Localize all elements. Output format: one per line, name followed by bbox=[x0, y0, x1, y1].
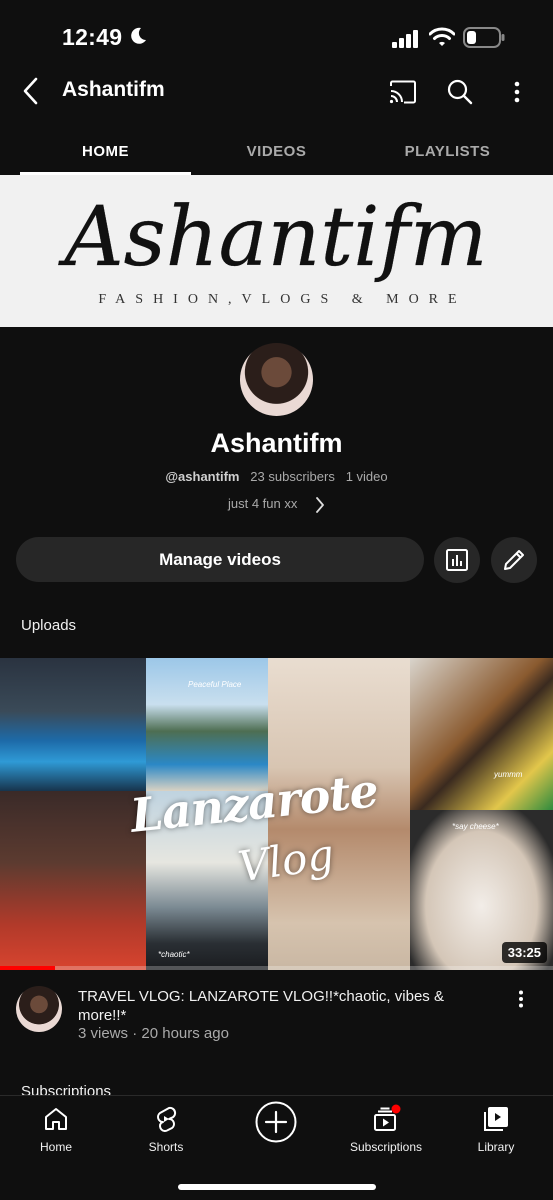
uploads-section-title: Uploads bbox=[21, 617, 77, 634]
channel-avatar[interactable] bbox=[240, 343, 313, 416]
nav-create[interactable] bbox=[226, 1100, 326, 1156]
search-icon bbox=[447, 79, 473, 105]
more-vertical-icon bbox=[514, 81, 520, 103]
thumb-tile-palms bbox=[146, 658, 268, 791]
banner-script-text: Ashantifm bbox=[57, 190, 487, 283]
thumb-caption: Peaceful Place bbox=[188, 680, 242, 689]
watch-progress-bar bbox=[0, 966, 56, 970]
channel-banner: Ashantifm FASHION,VLOGS & MORE bbox=[0, 175, 553, 327]
video-metadata: 3 views · 20 hours ago bbox=[78, 1025, 229, 1042]
signal-icon bbox=[392, 30, 418, 48]
nav-home[interactable]: Home bbox=[6, 1104, 106, 1160]
shorts-icon bbox=[157, 1106, 177, 1132]
battery-icon bbox=[463, 27, 505, 48]
video-duration-badge: 33:25 bbox=[501, 942, 547, 963]
pencil-icon bbox=[504, 550, 524, 570]
subscriptions-section-title: Subscriptions bbox=[21, 1083, 112, 1095]
tab-home[interactable]: HOME bbox=[20, 128, 191, 174]
thumb-caption: *say cheese* bbox=[452, 822, 499, 831]
thumb-caption: *chaotic* bbox=[158, 950, 190, 959]
view-count: 3 views bbox=[78, 1025, 129, 1042]
nav-label: Home bbox=[39, 1140, 72, 1154]
library-icon bbox=[484, 1107, 508, 1131]
banner-tagline: FASHION,VLOGS & MORE bbox=[98, 292, 467, 307]
subscriptions-icon bbox=[374, 1104, 401, 1131]
upload-age: 20 hours ago bbox=[141, 1025, 229, 1042]
subscriber-count: 23 subscribers bbox=[250, 469, 335, 484]
status-time: 12:49 bbox=[62, 24, 123, 50]
wifi-icon bbox=[429, 27, 455, 46]
nav-label: Library bbox=[477, 1140, 515, 1154]
nav-subscriptions[interactable]: Subscriptions bbox=[336, 1104, 436, 1160]
nav-library[interactable]: Library bbox=[446, 1104, 546, 1160]
video-count: 1 video bbox=[345, 469, 388, 484]
channel-handle: @ashantifm bbox=[165, 469, 240, 484]
chevron-left-icon bbox=[23, 77, 38, 105]
thumb-caption: yummm bbox=[494, 770, 523, 779]
back-button[interactable] bbox=[14, 74, 48, 108]
thumb-tile-food bbox=[410, 658, 553, 810]
video-thumbnail[interactable]: Peaceful Place *chaotic* yummm *say chee… bbox=[0, 658, 553, 970]
video-options-button[interactable] bbox=[508, 986, 534, 1012]
nav-label: Shorts bbox=[148, 1140, 184, 1154]
more-vertical-icon bbox=[519, 990, 523, 1008]
channel-description[interactable]: just 4 fun xx bbox=[0, 496, 553, 513]
meta-separator: · bbox=[132, 1025, 142, 1042]
header-title: Ashantifm bbox=[62, 78, 165, 101]
tab-videos[interactable]: VIDEOS bbox=[191, 128, 362, 174]
analytics-icon bbox=[446, 549, 468, 571]
banner-logo: Ashantifm bbox=[57, 190, 487, 283]
channel-header: Ashantifm bbox=[0, 72, 553, 112]
tab-playlists[interactable]: PLAYLISTS bbox=[362, 128, 533, 174]
nav-label: Subscriptions bbox=[349, 1140, 423, 1154]
home-icon bbox=[45, 1108, 67, 1130]
nav-shorts[interactable]: Shorts bbox=[116, 1104, 216, 1160]
chevron-right-icon bbox=[316, 496, 324, 513]
bottom-navigation: Home Shorts Subscriptions Library bbox=[0, 1095, 553, 1200]
channel-stats: @ashantifm 23 subscribers 1 video bbox=[0, 469, 553, 484]
channel-name: Ashantifm bbox=[210, 428, 343, 458]
moon-icon bbox=[131, 27, 146, 44]
analytics-button[interactable] bbox=[434, 537, 480, 583]
channel-tabs: HOME VIDEOS PLAYLISTS bbox=[0, 128, 553, 175]
thumb-tile-pool-night bbox=[0, 658, 146, 791]
cast-button[interactable] bbox=[386, 75, 420, 109]
search-button[interactable] bbox=[443, 75, 477, 109]
edit-channel-button[interactable] bbox=[491, 537, 537, 583]
thumb-tile-selfie bbox=[0, 791, 146, 970]
more-options-button[interactable] bbox=[500, 75, 534, 109]
channel-description-text: just 4 fun xx bbox=[228, 496, 298, 511]
video-channel-avatar[interactable] bbox=[16, 986, 62, 1032]
manage-videos-button[interactable]: Manage videos bbox=[16, 537, 424, 582]
watch-progress-track bbox=[0, 966, 553, 970]
video-title[interactable]: TRAVEL VLOG: LANZAROTE VLOG!!*chaotic, v… bbox=[78, 987, 478, 1025]
status-bar: 12:49 bbox=[0, 0, 553, 72]
home-indicator bbox=[178, 1184, 376, 1190]
create-icon bbox=[255, 1101, 297, 1143]
cast-icon bbox=[389, 80, 416, 104]
